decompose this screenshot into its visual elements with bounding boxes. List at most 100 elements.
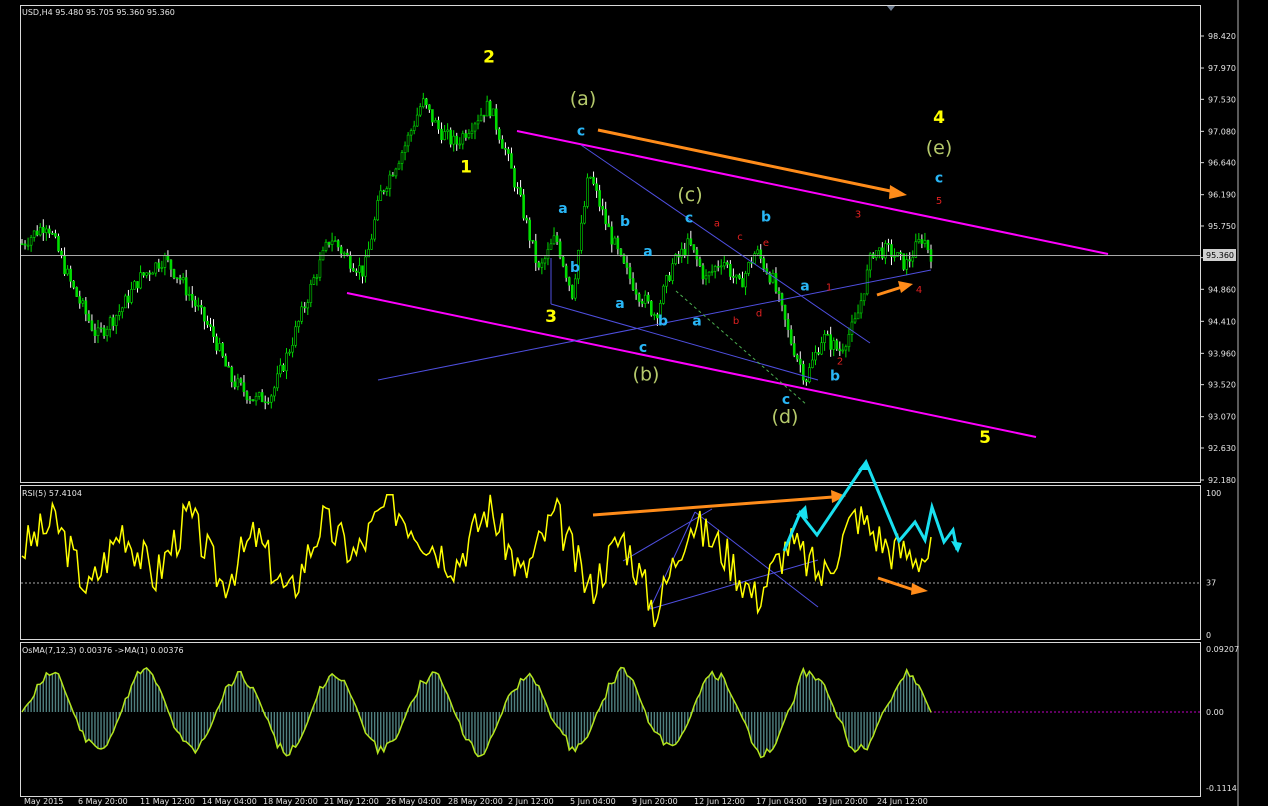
candle-body [449,129,452,145]
candle-body [856,312,860,320]
candle-body [90,320,94,331]
candle-body [312,277,316,285]
candle-body [169,259,173,270]
candle-body [905,259,908,270]
candle-body [23,243,27,246]
candle-body [735,274,738,278]
wave-label: b [733,316,739,327]
wave-label: a [714,219,720,230]
candle-body [485,100,489,117]
candle-body [646,294,650,302]
candle-body [81,300,85,304]
candle-body [102,327,106,337]
candle-body [452,135,455,145]
candle-body [744,273,747,288]
wave-label: a [692,314,701,330]
candle-body [48,228,51,234]
candle-body [698,258,702,267]
candle-body [151,272,155,275]
candle-body [665,275,668,287]
candle-body [741,278,744,288]
time-tick-label: 19 Jun 20:00 [817,797,868,806]
wave-label: (c) [677,184,702,206]
candle-body [291,344,294,353]
candle-body [823,333,826,343]
candle-body [470,130,474,134]
candle-body [96,327,100,336]
candle-body [783,304,787,320]
candle-body [719,265,723,268]
candle-body [561,256,565,267]
osma-tick-label: -0.1114 [1206,784,1237,793]
candle-body [209,324,212,327]
candle-body [835,340,839,350]
candle-body [136,281,139,289]
candle-body [172,269,176,278]
candle-body [583,206,586,224]
candle-body [917,239,921,243]
price-tick-label: 97.530 [1208,95,1236,104]
wave-label: 3 [545,307,557,327]
candle-body [197,305,200,307]
candle-body [653,314,656,316]
time-tick-label: 24 Jun 12:00 [877,797,928,806]
candle-body [689,238,693,245]
main-header: USD,H4 95.480 95.705 95.360 95.360 [22,8,175,17]
candle-body [41,226,45,233]
candle-body [200,305,203,308]
candle-body [160,267,164,269]
candle-body [887,243,890,245]
wave-label: c [782,392,790,408]
candle-body [668,275,671,281]
candle-body [878,247,881,252]
candle-body [802,364,805,381]
candle-body [63,254,66,275]
wave-label: 3 [855,209,861,220]
candle-body [722,262,726,267]
candle-body [127,295,130,303]
candle-body [330,240,334,245]
candle-body [163,255,167,268]
candle-body [747,262,750,274]
candle-body [488,100,492,117]
price-tick-label: 96.640 [1208,159,1236,168]
chart-window[interactable]: 98.420 97.970 97.530 97.080 96.640 96.190 95.7… [0,0,1268,806]
wave-label: c [737,232,743,243]
candle-body [732,276,735,278]
wave-label: b [620,214,630,230]
candle-body [324,241,328,251]
candle-body [786,319,790,330]
candle-body [464,133,468,138]
candle-body [218,343,221,351]
candle-body [574,278,577,299]
candle-body [847,334,851,348]
wave-label: 2 [837,357,843,368]
candle-body [570,284,574,299]
candle-body [616,237,620,250]
candle-body [589,176,592,179]
wave-label: e [763,238,769,249]
candle-body [99,327,103,330]
wave-label: (b) [633,363,660,385]
candle-body [643,294,647,304]
candle-body [269,395,273,403]
candle-body [175,277,179,279]
candle-body [364,256,367,277]
price-tick-label: 93.070 [1208,413,1236,422]
candle-body [604,208,608,225]
candle-body [69,268,72,282]
candle-body [245,391,249,400]
candle-body [494,108,498,130]
candle-body [361,265,364,277]
candle-body [555,235,559,243]
candle-body [415,114,419,127]
candle-body [425,98,428,106]
candle-body [26,244,30,247]
candle-body [726,262,729,265]
candle-body [567,277,571,286]
candle-body [865,269,869,295]
candle-body [431,109,434,123]
candle-body [400,152,404,164]
candle-body [385,188,389,192]
candle-body [51,232,54,235]
